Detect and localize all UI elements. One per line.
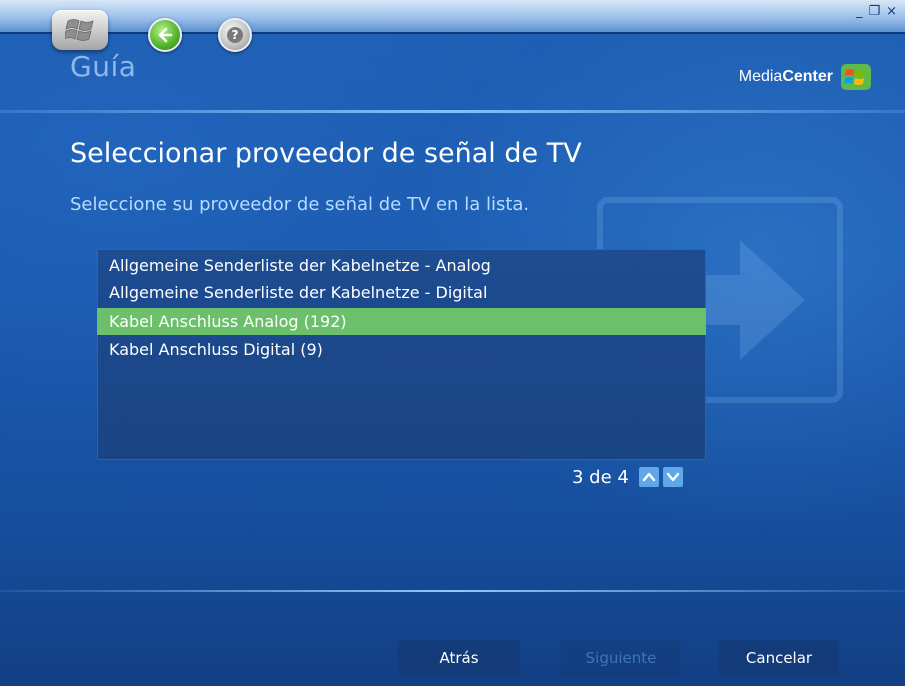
section-title: Guía [70,50,137,83]
provider-list-item-selected[interactable]: Kabel Anschluss Analog (192) [97,308,706,335]
media-center-logo-icon [841,64,871,90]
title-bar [0,0,905,32]
header-divider [0,110,905,113]
chevron-up-icon [642,472,656,482]
cancel-button[interactable]: Cancelar [719,640,839,676]
page-up-button[interactable] [638,467,659,487]
close-icon[interactable]: × [886,4,897,19]
page-subtitle: Seleccione su proveedor de señal de TV e… [70,194,530,215]
provider-list-item[interactable]: Allgemeine Senderliste der Kabelnetze - … [97,252,706,279]
media-center-window: ? _ ❐ × Guía MediaCenter Seleccionar pro… [0,0,905,686]
brand-bold: Center [782,68,833,85]
window-controls: _ ❐ × [856,4,897,19]
page-down-button[interactable] [662,467,683,487]
help-button[interactable]: ? [218,18,252,52]
provider-list-item[interactable]: Allgemeine Senderliste der Kabelnetze - … [97,279,706,306]
provider-list-item[interactable]: Kabel Anschluss Digital (9) [97,336,706,363]
back-button[interactable] [148,18,182,52]
title-bar-divider [0,32,905,34]
page-title: Seleccionar proveedor de señal de TV [70,138,582,169]
restore-icon[interactable]: ❐ [868,4,880,19]
back-arrow-icon [158,27,173,43]
minimize-icon[interactable]: _ [856,4,863,19]
chevron-down-icon [666,472,680,482]
back-nav-button[interactable]: Atrás [398,640,520,676]
provider-list[interactable]: Allgemeine Senderliste der Kabelnetze - … [97,249,706,460]
start-button[interactable] [52,10,108,50]
windows-logo-icon [65,19,94,41]
next-button[interactable]: Siguiente [561,640,681,676]
footer-divider [0,590,905,592]
media-center-brand: MediaCenter [739,64,871,90]
pager-text: 3 de 4 [572,466,629,488]
brand-prefix: Media [738,68,783,85]
brand-label: MediaCenter [739,68,833,86]
list-pager: 3 de 4 [572,464,683,490]
help-icon: ? [227,27,243,43]
svg-text:?: ? [232,28,239,42]
